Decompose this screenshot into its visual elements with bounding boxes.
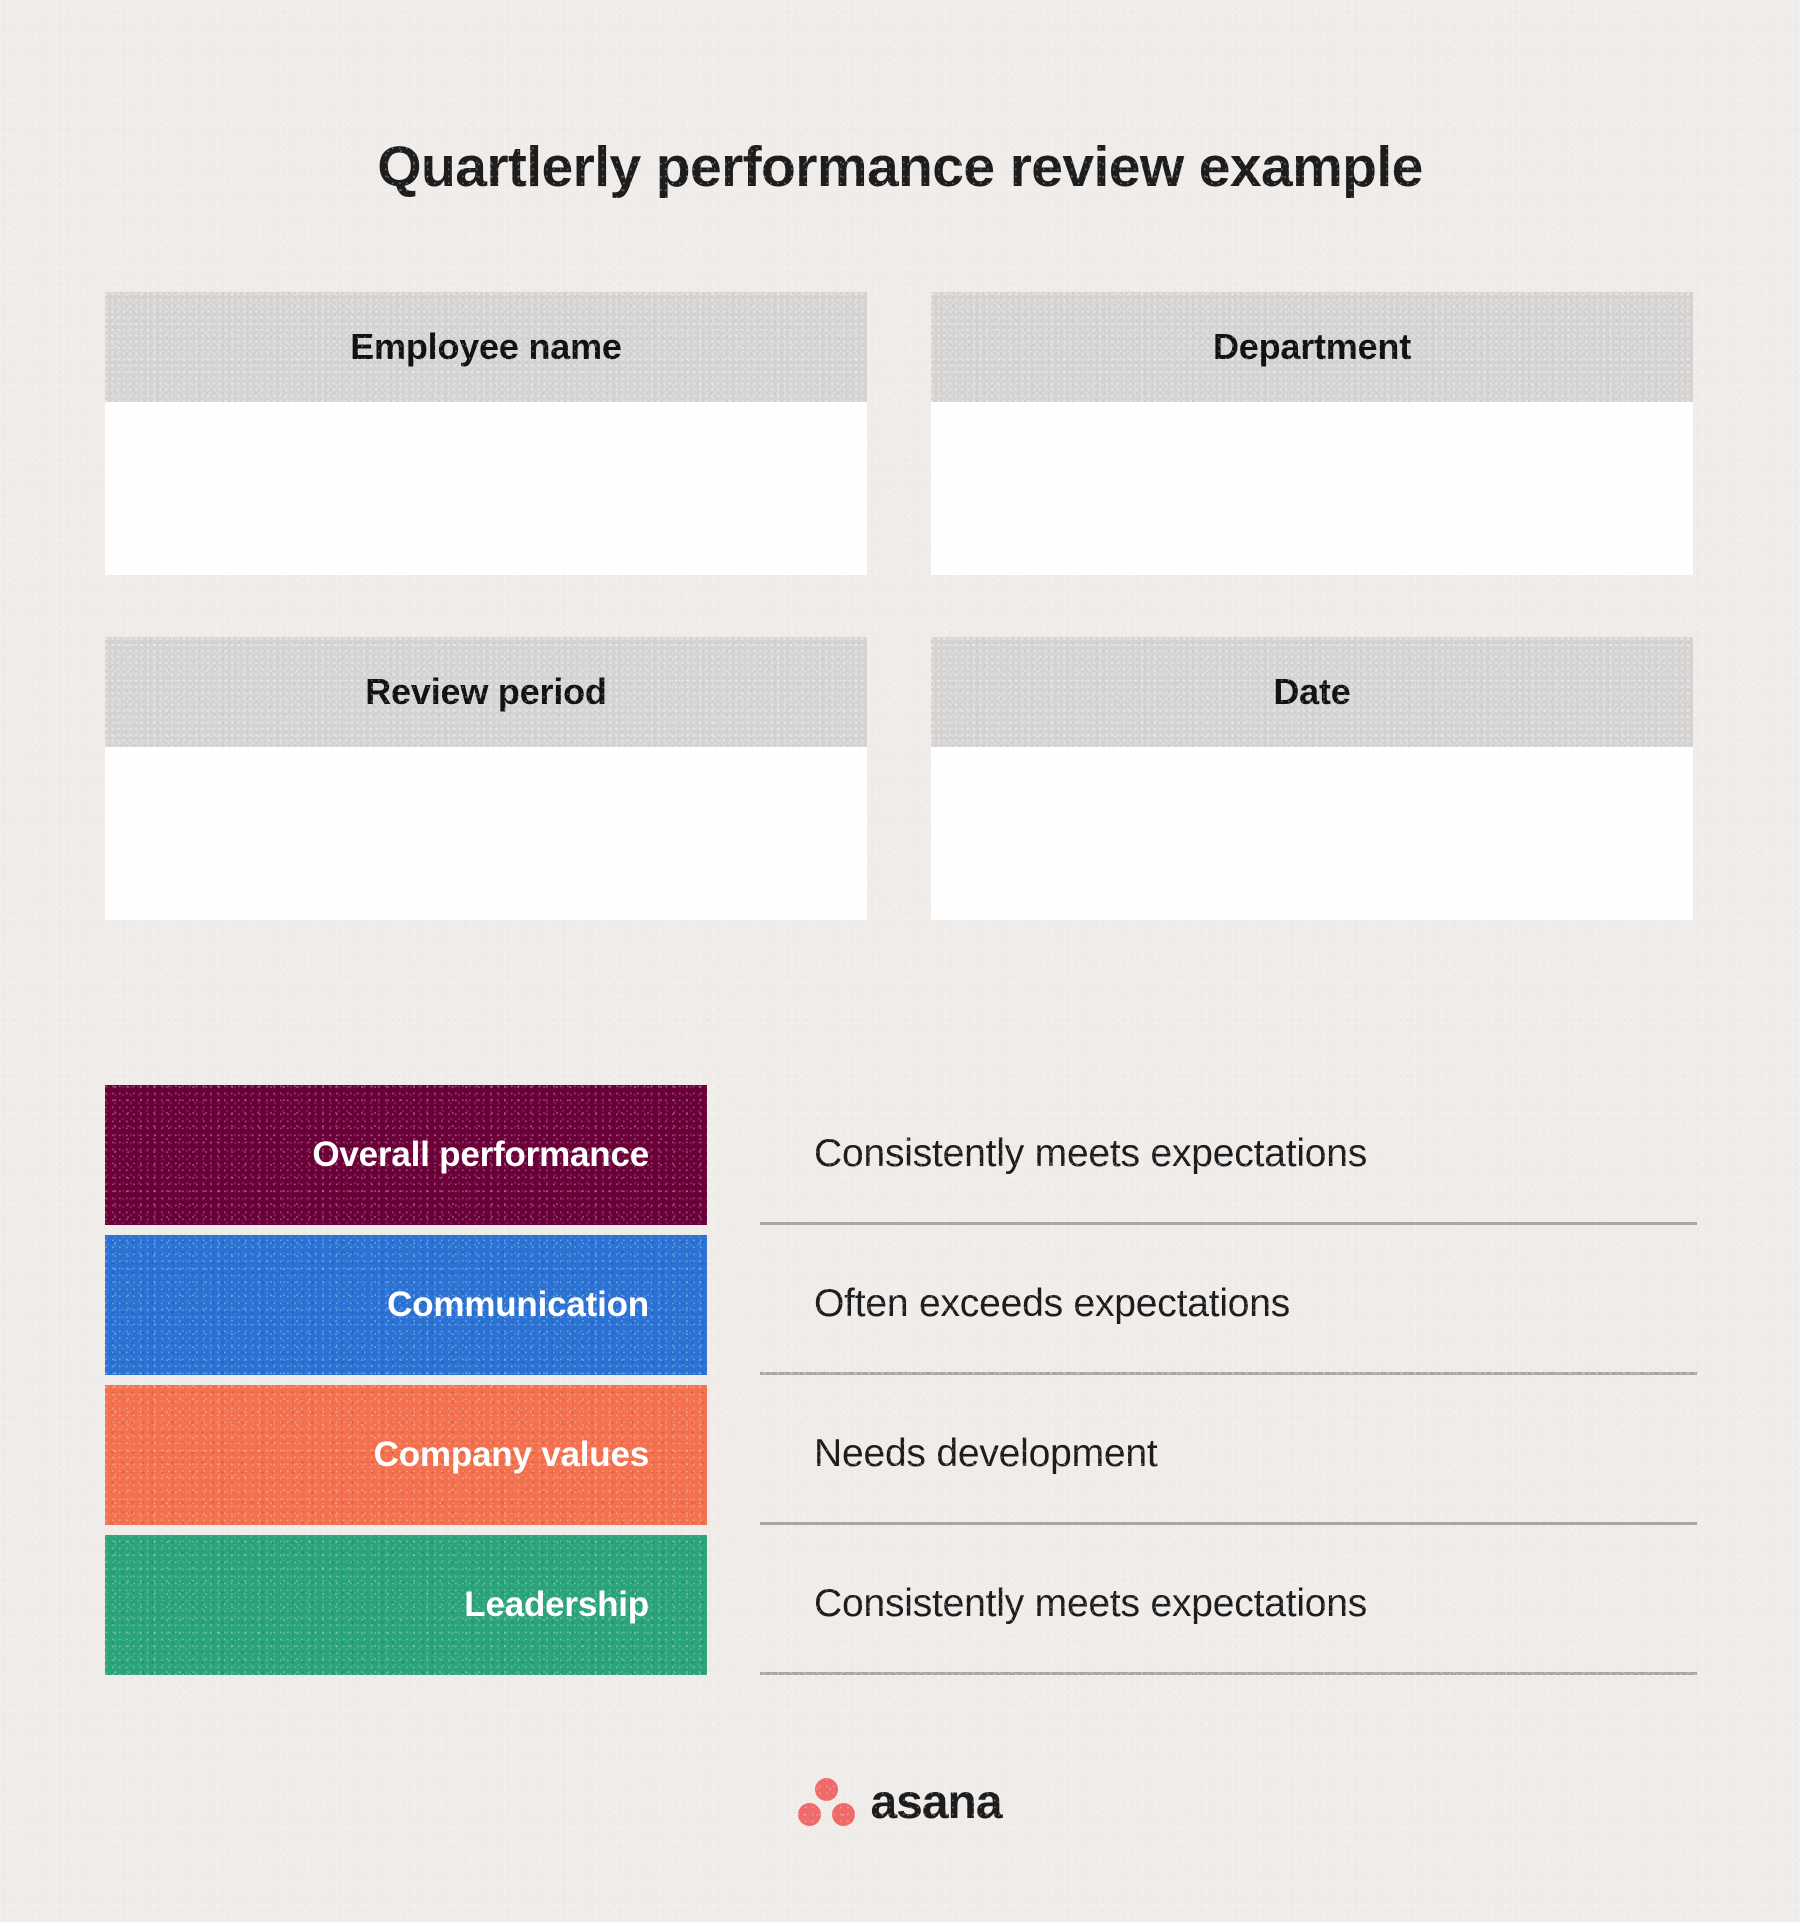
rating-value-text: Consistently meets expectations <box>814 1131 1368 1175</box>
logo-dot-bottom-right <box>832 1802 856 1826</box>
rating-value-cell[interactable]: Consistently meets expectations <box>760 1085 1697 1225</box>
rating-row-company-values: Company values Needs development <box>105 1385 1697 1525</box>
form-field-header: Date <box>931 637 1693 747</box>
form-field-row-1: Employee name Department <box>105 292 1693 575</box>
logo-dot-top <box>815 1777 839 1801</box>
rating-category-label: Communication <box>387 1285 649 1324</box>
employee-name-input[interactable] <box>105 402 867 575</box>
rating-value-cell[interactable]: Needs development <box>760 1385 1697 1525</box>
review-period-input[interactable] <box>105 747 867 920</box>
form-field-label: Employee name <box>350 326 622 367</box>
form-field-label: Review period <box>365 671 607 712</box>
form-field-header: Employee name <box>105 292 867 402</box>
ratings-section: Overall performance Consistently meets e… <box>105 1085 1697 1675</box>
rating-value-text: Needs development <box>814 1431 1158 1475</box>
form-field-row-2: Review period Date <box>105 637 1693 920</box>
rating-category-chip[interactable]: Overall performance <box>105 1085 707 1225</box>
asana-wordmark: asana <box>870 1776 1002 1829</box>
rating-row-communication: Communication Often exceeds expectations <box>105 1235 1697 1375</box>
form-field-header: Department <box>931 292 1693 402</box>
rating-category-label: Leadership <box>464 1585 649 1624</box>
department-input[interactable] <box>931 402 1693 575</box>
rating-value-cell[interactable]: Consistently meets expectations <box>760 1535 1697 1675</box>
form-field-label: Date <box>1273 671 1351 712</box>
form-field-label: Department <box>1212 326 1412 367</box>
form-field-department: Department <box>931 292 1693 575</box>
rating-category-label: Company values <box>373 1435 650 1474</box>
logo-dot-bottom-left <box>798 1802 822 1826</box>
rating-value-text: Often exceeds expectations <box>814 1281 1291 1325</box>
form-field-review-period: Review period <box>105 637 867 920</box>
rating-value-cell[interactable]: Often exceeds expectations <box>760 1235 1697 1375</box>
rating-category-chip[interactable]: Communication <box>105 1235 707 1375</box>
form-field-date: Date <box>931 637 1693 920</box>
rating-category-chip[interactable]: Company values <box>105 1385 707 1525</box>
rating-row-leadership: Leadership Consistently meets expectatio… <box>105 1535 1697 1675</box>
page-title: Quartlerly performance review example <box>377 135 1423 200</box>
form-field-employee-name: Employee name <box>105 292 867 575</box>
date-input[interactable] <box>931 747 1693 920</box>
form-field-header: Review period <box>105 637 867 747</box>
rating-category-label: Overall performance <box>312 1135 649 1174</box>
asana-logo: asana <box>0 1775 1800 1830</box>
asana-three-dots-icon <box>798 1777 856 1828</box>
rating-value-text: Consistently meets expectations <box>814 1581 1368 1625</box>
form-fields-grid: Employee name Department Review period D… <box>105 292 1693 920</box>
rating-category-chip[interactable]: Leadership <box>105 1535 707 1675</box>
rating-row-overall-performance: Overall performance Consistently meets e… <box>105 1085 1697 1225</box>
